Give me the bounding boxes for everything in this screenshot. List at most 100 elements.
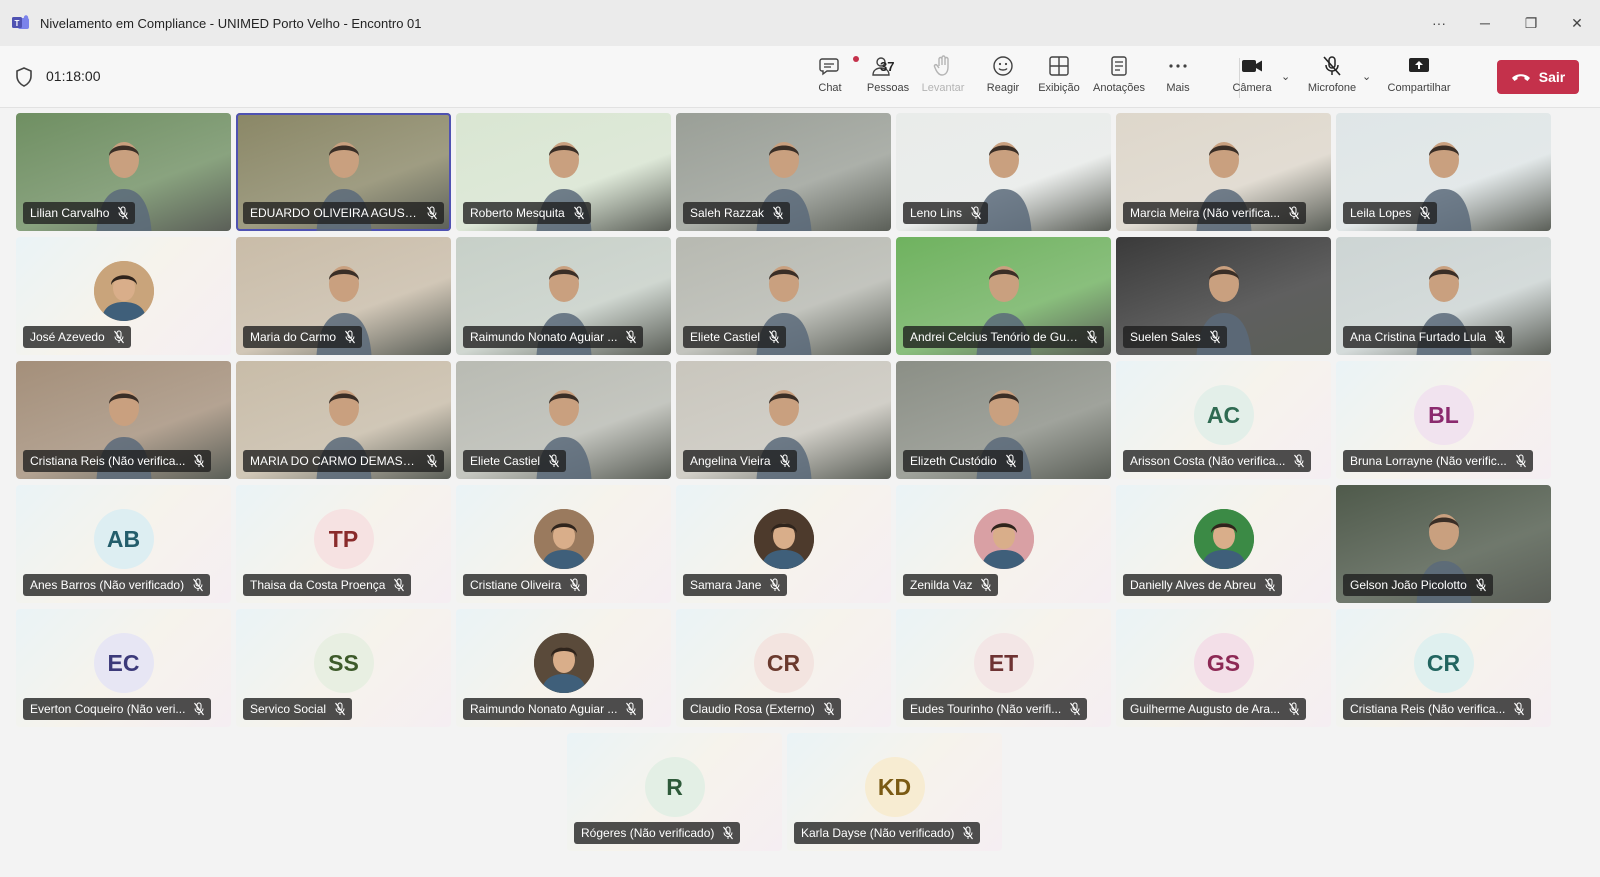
participant-tile[interactable]: Angelina Vieira: [676, 361, 891, 479]
notes-button[interactable]: Anotações: [1091, 54, 1147, 102]
participant-tile[interactable]: Zenilda Vaz: [896, 485, 1111, 603]
participant-tile[interactable]: Elizeth Custódio: [896, 361, 1111, 479]
participant-name: Ana Cristina Furtado Lula: [1350, 330, 1487, 344]
participant-tile[interactable]: Gelson João Picolotto: [1336, 485, 1551, 603]
participant-initials: BL: [1413, 385, 1474, 446]
participant-name-label: MARIA DO CARMO DEMASI W...: [243, 450, 444, 472]
participant-tile[interactable]: Marcia Meira (Não verifica...: [1116, 113, 1331, 231]
participant-photo: [973, 509, 1034, 570]
participant-name-label: Anes Barros (Não verificado): [23, 574, 211, 596]
participant-tile[interactable]: SS Servico Social: [236, 609, 451, 727]
participant-tile[interactable]: Lilian Carvalho: [16, 113, 231, 231]
restore-button[interactable]: ❐: [1508, 0, 1554, 46]
participant-photo: [533, 509, 594, 570]
participant-name-label: Zenilda Vaz: [903, 574, 999, 596]
react-button[interactable]: Reagir: [986, 54, 1020, 102]
svg-text:T: T: [15, 19, 20, 28]
participant-tile[interactable]: GS Guilherme Augusto de Ara...: [1116, 609, 1331, 727]
participant-tile[interactable]: Roberto Mesquita: [456, 113, 671, 231]
people-count: 37: [880, 59, 895, 74]
leave-label: Sair: [1538, 69, 1566, 85]
participant-tile[interactable]: Raimundo Nonato Aguiar ...: [456, 609, 671, 727]
participant-tile[interactable]: KD Karla Dayse (Não verificado): [787, 733, 1002, 851]
muted-mic-icon: [427, 206, 437, 220]
meeting-timer: 01:18:00: [46, 68, 101, 84]
participant-tile[interactable]: Leno Lins: [896, 113, 1111, 231]
camera-button[interactable]: Câmera: [1231, 54, 1273, 102]
participant-initials: GS: [1193, 633, 1254, 694]
more-options-icon[interactable]: ···: [1416, 0, 1462, 46]
participant-name-label: EDUARDO OLIVEIRA AGUSTIN...: [243, 202, 444, 224]
participant-tile[interactable]: Samara Jane: [676, 485, 891, 603]
leave-button[interactable]: Sair: [1497, 60, 1579, 94]
participant-tile[interactable]: CR Claudio Rosa (Externo): [676, 609, 891, 727]
microphone-options-chevron-icon[interactable]: ⌄: [1362, 70, 1371, 83]
participant-name: Everton Coqueiro (Não veri...: [30, 702, 186, 716]
muted-mic-icon: [770, 578, 781, 592]
microphone-button[interactable]: Microfone: [1304, 54, 1360, 102]
participant-name: Gelson João Picolotto: [1350, 578, 1467, 592]
participant-tile[interactable]: Cristiane Oliveira: [456, 485, 671, 603]
window-title: Nivelamento em Compliance - UNIMED Porto…: [40, 15, 422, 31]
participant-tile[interactable]: Andrei Celcius Tenório de Gus...: [896, 237, 1111, 355]
participant-tile[interactable]: Cristiana Reis (Não verifica...: [16, 361, 231, 479]
participant-initials: CR: [1413, 633, 1474, 694]
participant-tile[interactable]: Danielly Alves de Abreu: [1116, 485, 1331, 603]
participant-name: Cristiane Oliveira: [470, 578, 562, 592]
teams-logo-icon: T: [12, 15, 29, 29]
muted-mic-icon: [335, 702, 345, 716]
muted-mic-icon: [1265, 578, 1276, 592]
view-button[interactable]: Exibição: [1037, 54, 1081, 102]
more-button[interactable]: Mais: [1163, 54, 1193, 102]
muted-mic-icon: [118, 206, 129, 220]
participant-tile[interactable]: CR Cristiana Reis (Não verifica...: [1336, 609, 1551, 727]
raise-hand-button[interactable]: Levantar: [918, 54, 968, 102]
muted-mic-icon: [1515, 454, 1526, 468]
muted-mic-icon: [773, 206, 783, 220]
camera-options-chevron-icon[interactable]: ⌄: [1281, 70, 1290, 83]
participant-tile[interactable]: AB Anes Barros (Não verificado): [16, 485, 231, 603]
participant-photo: [1193, 509, 1254, 570]
participant-tile[interactable]: BL Bruna Lorrayne (Não verific...: [1336, 361, 1551, 479]
shield-icon[interactable]: [15, 67, 33, 87]
muted-mic-icon: [549, 454, 559, 468]
participant-tile[interactable]: AC Arisson Costa (Não verifica...: [1116, 361, 1331, 479]
participant-tile[interactable]: Saleh Razzak: [676, 113, 891, 231]
participant-tile[interactable]: TP Thaisa da Costa Proença: [236, 485, 451, 603]
participant-name-label: Eliete Castiel: [683, 326, 787, 348]
minimize-button[interactable]: ─: [1462, 0, 1508, 46]
muted-mic-icon: [981, 578, 992, 592]
participant-tile[interactable]: Raimundo Nonato Aguiar ...: [456, 237, 671, 355]
participant-tile[interactable]: Ana Cristina Furtado Lula: [1336, 237, 1551, 355]
participant-tile[interactable]: R Rógeres (Não verificado): [567, 733, 782, 851]
participant-tile[interactable]: EC Everton Coqueiro (Não veri...: [16, 609, 231, 727]
share-label: Compartilhar: [1387, 82, 1451, 94]
muted-mic-icon: [963, 826, 974, 840]
participant-name-label: Elizeth Custódio: [903, 450, 1023, 472]
participant-tile[interactable]: José Azevedo: [16, 237, 231, 355]
participant-tile[interactable]: Leila Lopes: [1336, 113, 1551, 231]
chat-button[interactable]: Chat: [816, 54, 844, 102]
participant-tile[interactable]: Suelen Sales: [1116, 237, 1331, 355]
participant-tile[interactable]: MARIA DO CARMO DEMASI W...: [236, 361, 451, 479]
participant-tile[interactable]: Maria do Carmo: [236, 237, 451, 355]
notes-label: Anotações: [1093, 82, 1145, 94]
participant-tile[interactable]: Eliete Castiel: [676, 237, 891, 355]
more-label: Mais: [1166, 82, 1190, 94]
participant-name: Angelina Vieira: [690, 454, 771, 468]
muted-mic-icon: [1087, 330, 1097, 344]
participant-name-label: Servico Social: [243, 698, 353, 720]
participant-name: Raimundo Nonato Aguiar ...: [470, 330, 618, 344]
participant-name: Guilherme Augusto de Ara...: [1130, 702, 1281, 716]
muted-mic-icon: [1294, 454, 1305, 468]
participant-tile[interactable]: Eliete Castiel: [456, 361, 671, 479]
people-label: Pessoas: [866, 82, 910, 94]
close-button[interactable]: ✕: [1554, 0, 1600, 46]
participant-name: Rógeres (Não verificado): [581, 826, 715, 840]
participant-tile[interactable]: EDUARDO OLIVEIRA AGUSTIN...: [236, 113, 451, 231]
muted-mic-icon: [626, 330, 637, 344]
participant-name-label: Arisson Costa (Não verifica...: [1123, 450, 1312, 472]
share-button[interactable]: Compartilhar: [1385, 54, 1453, 102]
participant-tile[interactable]: ET Eudes Tourinho (Não verifi...: [896, 609, 1111, 727]
muted-mic-icon: [779, 454, 790, 468]
